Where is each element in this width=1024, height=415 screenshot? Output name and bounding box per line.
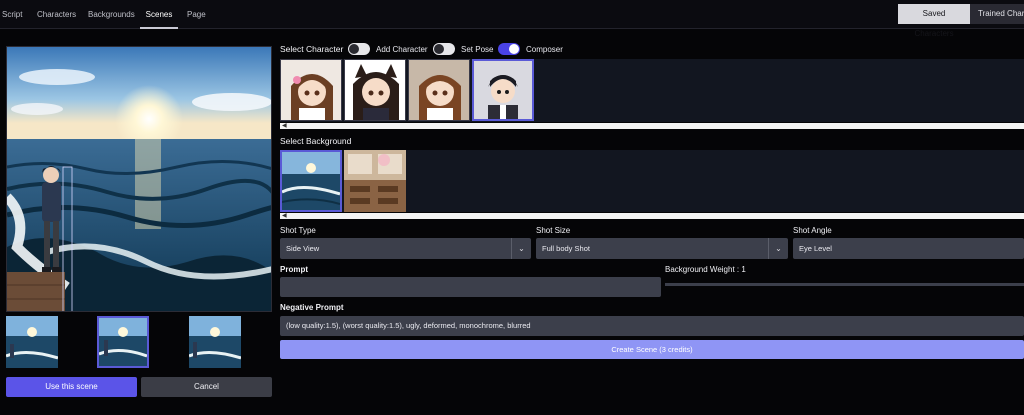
background-weight-label: Background Weight : 1 — [665, 265, 746, 274]
trained-characters-button[interactable]: Trained Characters — [970, 4, 1024, 24]
composer-label: Composer — [526, 45, 563, 54]
set-pose-label: Set Pose — [461, 45, 494, 54]
scroll-left-icon[interactable]: ◀ — [282, 212, 287, 219]
background-strip — [280, 150, 1024, 212]
top-nav-bar: Script Characters Backgrounds Scenes Pag… — [0, 0, 1024, 38]
character-card[interactable] — [408, 59, 470, 121]
scene-variant-thumb-selected[interactable] — [97, 316, 149, 368]
background-card[interactable] — [344, 150, 406, 212]
tab-page[interactable]: Page — [187, 0, 206, 29]
scene-variant-thumb[interactable] — [6, 316, 58, 368]
negative-prompt-input[interactable]: (low quality:1.5), (worst quality:1.5), … — [280, 316, 1024, 336]
scene-variants — [6, 316, 272, 368]
character-card[interactable] — [280, 59, 342, 121]
character-strip — [280, 59, 1024, 122]
add-character-label: Add Character — [376, 45, 428, 54]
shot-type-value: Side View — [286, 244, 320, 253]
create-scene-button[interactable]: Create Scene (3 credits) — [280, 340, 1024, 359]
select-character-title: Select Character — [280, 44, 344, 54]
set-pose-toggle[interactable] — [433, 43, 455, 55]
character-card-selected[interactable] — [472, 59, 534, 121]
tab-scenes[interactable]: Scenes — [140, 0, 178, 29]
prompt-input[interactable] — [280, 277, 661, 297]
character-scrollbar[interactable]: ◀ — [280, 123, 1024, 129]
shot-angle-label: Shot Angle — [793, 226, 832, 235]
character-card[interactable] — [344, 59, 406, 121]
select-background-title: Select Background — [280, 136, 352, 146]
chevron-down-icon: ⌄ — [768, 238, 788, 259]
shot-size-label: Shot Size — [536, 226, 571, 235]
add-character-toggle[interactable] — [348, 43, 370, 55]
shot-angle-select[interactable]: Eye Level — [793, 238, 1024, 259]
character-source-switch: Saved Characters Trained Characters — [898, 4, 1024, 38]
scene-preview-image — [6, 46, 272, 312]
shot-angle-value: Eye Level — [799, 244, 832, 253]
tab-script[interactable]: Script — [2, 0, 22, 29]
background-card-selected[interactable] — [280, 150, 342, 212]
scroll-left-icon[interactable]: ◀ — [282, 122, 287, 129]
shot-size-select[interactable]: Full body Shot ⌄ — [536, 238, 788, 259]
shot-type-label: Shot Type — [280, 226, 316, 235]
prompt-label: Prompt — [280, 265, 308, 274]
chevron-down-icon: ⌄ — [511, 238, 531, 259]
negative-prompt-label: Negative Prompt — [280, 303, 344, 312]
shot-type-select[interactable]: Side View ⌄ — [280, 238, 531, 259]
background-weight-slider[interactable] — [665, 283, 1024, 286]
composer-toggle[interactable] — [498, 43, 520, 55]
background-scrollbar[interactable]: ◀ — [280, 213, 1024, 219]
use-scene-button[interactable]: Use this scene — [6, 377, 137, 397]
saved-characters-button[interactable]: Saved Characters — [898, 4, 970, 38]
shot-size-value: Full body Shot — [542, 244, 590, 253]
tab-backgrounds[interactable]: Backgrounds — [88, 0, 135, 29]
cancel-button[interactable]: Cancel — [141, 377, 272, 397]
tab-characters[interactable]: Characters — [37, 0, 76, 29]
scene-variant-thumb[interactable] — [189, 316, 241, 368]
